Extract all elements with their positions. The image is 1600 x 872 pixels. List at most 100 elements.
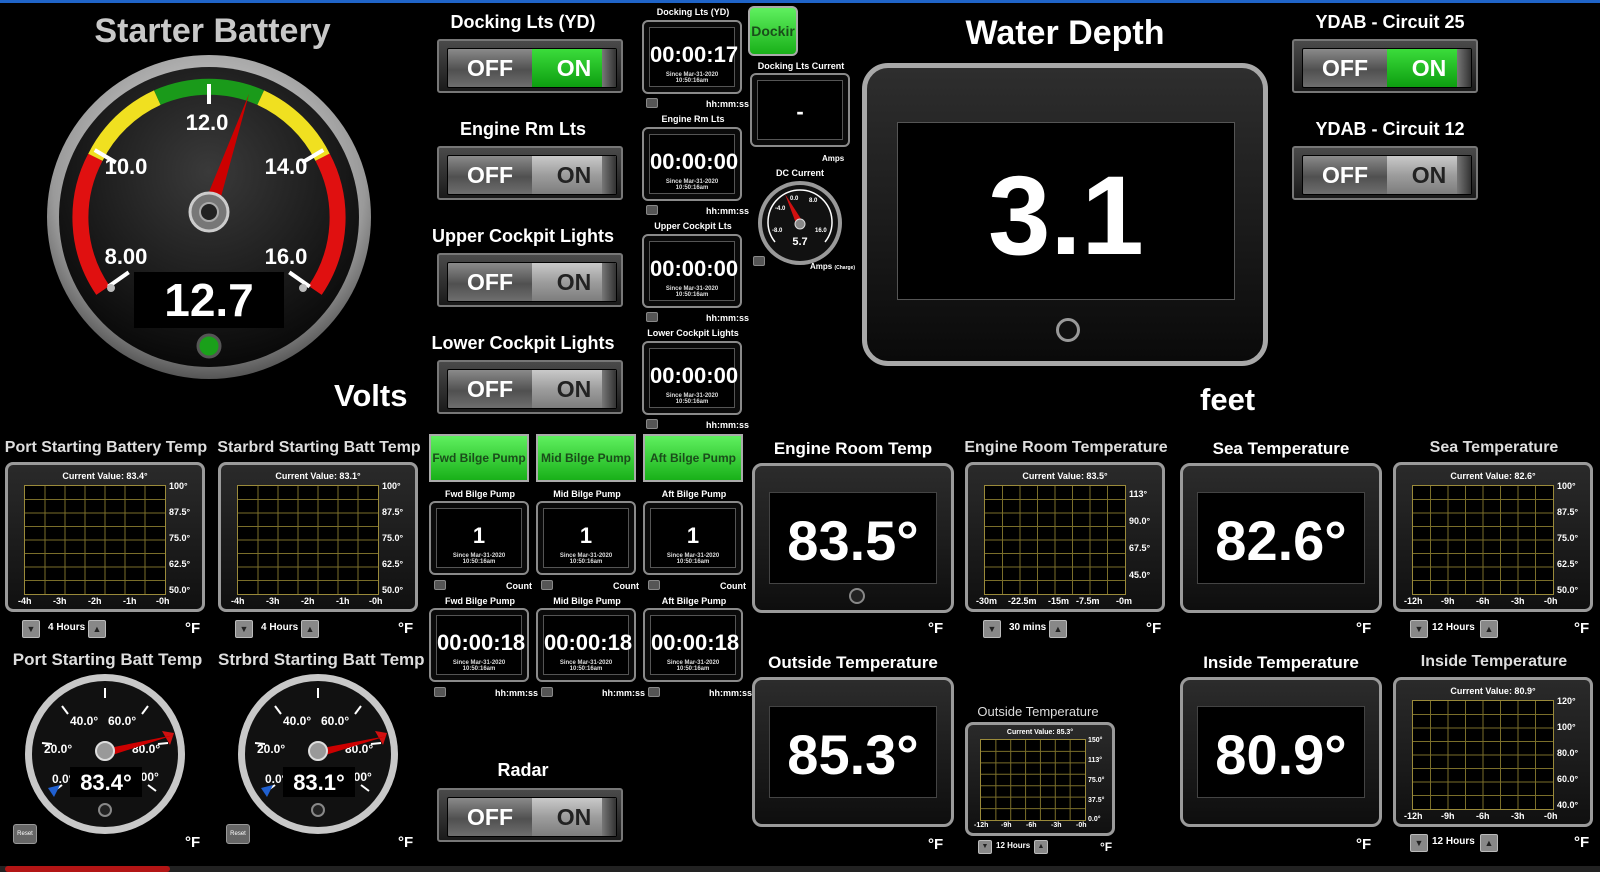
stbd-gauge-reset-button[interactable]: Reset [226, 824, 250, 844]
engine-room-range-up-button[interactable]: ▲ [1049, 620, 1067, 638]
inside-temp-title: Inside Temperature [1203, 653, 1359, 672]
outside-ytick-2: 75.0° [1088, 777, 1105, 784]
dc-tick-3: 8.0 [809, 198, 818, 204]
starter-battery-gauge: 8.00 10.0 12.0 14.0 16.0 12.7 [47, 55, 371, 379]
engine-room-xtick-0: -30m [976, 596, 998, 606]
ydab-12-on[interactable]: ON [1387, 156, 1471, 194]
outside-temp-box: 85.3° [752, 677, 954, 827]
mid-bilge-count: 1 Since Mar-31-2020 10:50:16am [536, 501, 636, 575]
engine-rm-lts-on[interactable]: ON [532, 156, 616, 194]
sea-ytick-1: 87.5° [1557, 507, 1579, 517]
inside-xtick-3: -3h [1511, 811, 1525, 821]
upper-cockpit-off[interactable]: OFF [448, 263, 532, 301]
fwd-bilge-runtime: 00:00:18 Since Mar-31-2020 10:50:16am [429, 608, 529, 682]
inside-xtick-4: -0h [1544, 811, 1558, 821]
ydab-25-switch[interactable]: OFF ON [1292, 39, 1478, 93]
lower-cockpit-switch[interactable]: OFF ON [437, 360, 623, 414]
stbd-gauge-tick-3: 60.0° [321, 714, 349, 728]
upper-cockpit-on[interactable]: ON [532, 263, 616, 301]
docking-lts-on[interactable]: ON [532, 49, 616, 87]
engine-rm-timer-unit: hh:mm:ss [706, 206, 750, 216]
docking-lts-off[interactable]: OFF [448, 49, 532, 87]
dc-current-unit-text: Amps [810, 262, 833, 271]
sea-xtick-1: -9h [1441, 596, 1455, 606]
aft-bilge-count-unit: Count [720, 581, 746, 591]
port-chart-current: Current Value: 83.4° [62, 471, 148, 481]
engine-room-temp-box: 83.5° [752, 463, 954, 613]
lower-cockpit-on[interactable]: ON [532, 370, 616, 408]
outside-chart-plot [980, 739, 1086, 821]
stbd-range-up-button[interactable]: ▲ [301, 620, 319, 638]
radar-switch[interactable]: OFF ON [437, 788, 623, 842]
scroll-thumb[interactable] [5, 866, 170, 872]
lower-cockpit-off[interactable]: OFF [448, 370, 532, 408]
upper-cockpit-switch[interactable]: OFF ON [437, 253, 623, 307]
stbd-xtick-1: -3h [266, 596, 280, 606]
inside-chart-current: Current Value: 80.9° [1450, 686, 1536, 696]
port-xtick-0: -4h [18, 596, 32, 606]
port-gauge-reset-button[interactable]: Reset [13, 824, 37, 844]
ydab-12-switch[interactable]: OFF ON [1292, 146, 1478, 200]
outside-range-up-button[interactable]: ▲ [1034, 840, 1048, 854]
aft-bilge-count-value: 1 [686, 523, 700, 548]
port-chart-range-control: ▼ 4 Hours ▲ [22, 620, 112, 638]
port-chart-unit: °F [185, 620, 201, 637]
docking-timer-reset[interactable] [646, 98, 658, 108]
radar-on[interactable]: ON [532, 798, 616, 836]
upper-cockpit-timer-reset[interactable] [646, 312, 658, 322]
inside-range-label: 12 Hours [1432, 836, 1475, 847]
stbd-ytick-2: 75.0° [382, 533, 404, 543]
sea-range-up-button[interactable]: ▲ [1480, 620, 1498, 638]
fwd-bilge-count: 1 Since Mar-31-2020 10:50:16am [429, 501, 529, 575]
stbd-chart-current: Current Value: 83.1° [275, 471, 361, 481]
mid-bilge-count-value: 1 [579, 523, 593, 548]
inside-xtick-0: -12h [1404, 811, 1423, 821]
dc-current-sub: (Charge) [834, 265, 856, 271]
port-range-down-button[interactable]: ▼ [22, 620, 40, 638]
stbd-range-down-button[interactable]: ▼ [235, 620, 253, 638]
engine-room-range-control: ▼ 30 mins ▲ [983, 620, 1073, 638]
ydab-25-on[interactable]: ON [1387, 49, 1471, 87]
port-gauge-tick-3: 60.0° [108, 714, 136, 728]
lower-cockpit-timer-reset[interactable] [646, 419, 658, 429]
ydab-12-off[interactable]: OFF [1303, 156, 1387, 194]
inside-range-down-button[interactable]: ▼ [1410, 834, 1428, 852]
fwd-bilge-runtime-label: Fwd Bilge Pump [444, 596, 515, 606]
engine-room-ytick-0: 113° [1129, 489, 1148, 499]
aft-bilge-pump-button[interactable]: Aft Bilge Pump [643, 434, 743, 482]
mid-bilge-pump-button[interactable]: Mid Bilge Pump [536, 434, 636, 482]
docking-lts-button[interactable]: Dockir [748, 6, 798, 56]
fwd-bilge-pump-button[interactable]: Fwd Bilge Pump [429, 434, 529, 482]
water-depth-display: 3.1 [862, 63, 1268, 366]
mid-bilge-runtime-reset[interactable] [541, 687, 553, 697]
fwd-bilge-runtime-reset[interactable] [434, 687, 446, 697]
outside-range-down-button[interactable]: ▼ [978, 840, 992, 854]
engine-rm-timer-reset[interactable] [646, 205, 658, 215]
aft-bilge-runtime-reset[interactable] [648, 687, 660, 697]
fwd-bilge-count-reset[interactable] [434, 580, 446, 590]
docking-current-box: - [750, 73, 850, 147]
starter-tick-8: 8.00 [105, 244, 148, 269]
lower-cockpit-timer-since: Since Mar-31-2020 10:50:16am [665, 393, 719, 405]
dc-current-reset[interactable] [753, 256, 765, 266]
aft-bilge-runtime-value: 00:00:18 [651, 630, 740, 655]
port-gauge-tick-2: 40.0° [70, 714, 98, 728]
bottom-scrollbar[interactable] [0, 866, 1600, 872]
port-range-up-button[interactable]: ▲ [88, 620, 106, 638]
ydab-25-off[interactable]: OFF [1303, 49, 1387, 87]
engine-rm-lts-off[interactable]: OFF [448, 156, 532, 194]
lower-cockpit-timer-label: Lower Cockpit Lights [647, 328, 739, 338]
lower-cockpit-timer: 00:00:00 Since Mar-31-2020 10:50:16am [642, 341, 742, 415]
engine-rm-lts-switch[interactable]: OFF ON [437, 146, 623, 200]
mid-bilge-count-reset[interactable] [541, 580, 553, 590]
engine-room-range-down-button[interactable]: ▼ [983, 620, 1001, 638]
docking-lts-switch[interactable]: OFF ON [437, 39, 623, 93]
inside-range-up-button[interactable]: ▲ [1480, 834, 1498, 852]
aft-bilge-count-reset[interactable] [648, 580, 660, 590]
starter-battery-unit: Volts [334, 378, 408, 413]
stbd-ytick-3: 62.5° [382, 559, 404, 569]
sea-range-down-button[interactable]: ▼ [1410, 620, 1428, 638]
starter-battery-title: Starter Battery [94, 12, 331, 50]
port-ytick-4: 50.0° [169, 585, 191, 595]
radar-off[interactable]: OFF [448, 798, 532, 836]
